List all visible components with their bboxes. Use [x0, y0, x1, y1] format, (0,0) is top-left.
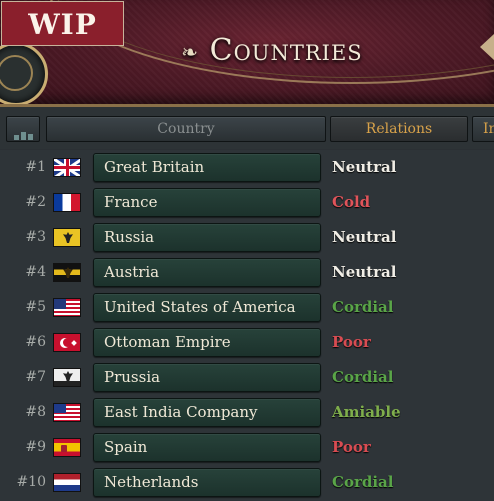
country-name-button[interactable]: Prussia — [93, 363, 321, 392]
table-row[interactable]: #1 Great Britain Neutral — [0, 150, 494, 185]
country-name-button[interactable]: East India Company — [93, 398, 321, 427]
sort-toggle-button[interactable] — [6, 116, 40, 142]
table-row[interactable]: #7 Prussia Cordial — [0, 360, 494, 395]
relation-status: Neutral — [332, 158, 397, 176]
table-row[interactable]: #2 France Cold — [0, 185, 494, 220]
france-flag-icon[interactable] — [53, 193, 81, 212]
country-name-button[interactable]: France — [93, 188, 321, 217]
rank-label: #9 — [25, 439, 46, 455]
country-name-button[interactable]: Russia — [93, 223, 321, 252]
table-row[interactable]: #5 United States of America Cordial — [0, 290, 494, 325]
eic-flag-icon[interactable] — [53, 403, 81, 422]
country-name-button[interactable]: United States of America — [93, 293, 321, 322]
flourish-icon: ❧ — [181, 40, 200, 64]
table-row[interactable]: #6 Ottoman Empire Poor — [0, 325, 494, 360]
country-name-button[interactable]: Spain — [93, 433, 321, 462]
rank-label: #2 — [25, 194, 46, 210]
emblem-ring — [0, 55, 33, 91]
relation-status: Cordial — [332, 298, 394, 316]
rank-label: #6 — [25, 334, 46, 350]
country-name-button[interactable]: Great Britain — [93, 153, 321, 182]
austria-flag-icon[interactable] — [53, 263, 81, 282]
gb-flag-icon[interactable] — [53, 158, 81, 177]
prussia-flag-icon[interactable] — [53, 368, 81, 387]
rank-label: #7 — [25, 369, 46, 385]
country-name-button[interactable]: Netherlands — [93, 468, 321, 497]
netherlands-flag-icon[interactable] — [53, 473, 81, 492]
relation-status: Neutral — [332, 263, 397, 281]
usa-flag-icon[interactable] — [53, 298, 81, 317]
column-header-relations[interactable]: Relations — [330, 116, 468, 142]
rank-label: #4 — [25, 264, 46, 280]
column-header-country[interactable]: Country — [46, 116, 326, 142]
column-header-bar: Country Relations In — [0, 107, 494, 149]
table-row[interactable]: #10 Netherlands Cordial — [0, 465, 494, 500]
relation-status: Neutral — [332, 228, 397, 246]
rank-label: #8 — [25, 404, 46, 420]
bar-chart-icon — [13, 116, 34, 140]
country-name-button[interactable]: Austria — [93, 258, 321, 287]
relation-status: Poor — [332, 438, 371, 456]
table-row[interactable]: #4 Austria Neutral — [0, 255, 494, 290]
rank-label: #1 — [25, 159, 46, 175]
column-header-influence[interactable]: In — [472, 116, 494, 142]
rank-label: #10 — [16, 474, 46, 490]
relation-status: Poor — [332, 333, 371, 351]
table-row[interactable]: #8 East India Company Amiable — [0, 395, 494, 430]
rank-label: #3 — [25, 229, 46, 245]
wip-badge: WIP — [1, 1, 124, 46]
country-list: #1 Great Britain Neutral #2 France Cold … — [0, 150, 494, 501]
table-row[interactable]: #3 Russia Neutral — [0, 220, 494, 255]
page-title-text: Countries — [209, 33, 363, 68]
relation-status: Amiable — [332, 403, 401, 421]
relation-status: Cordial — [332, 368, 394, 386]
relation-status: Cordial — [332, 473, 394, 491]
ottoman-flag-icon[interactable] — [53, 333, 81, 352]
relation-status: Cold — [332, 193, 371, 211]
spain-flag-icon[interactable] — [53, 438, 81, 457]
country-name-button[interactable]: Ottoman Empire — [93, 328, 321, 357]
rank-label: #5 — [25, 299, 46, 315]
table-row[interactable]: #9 Spain Poor — [0, 430, 494, 465]
russia-flag-icon[interactable] — [53, 228, 81, 247]
